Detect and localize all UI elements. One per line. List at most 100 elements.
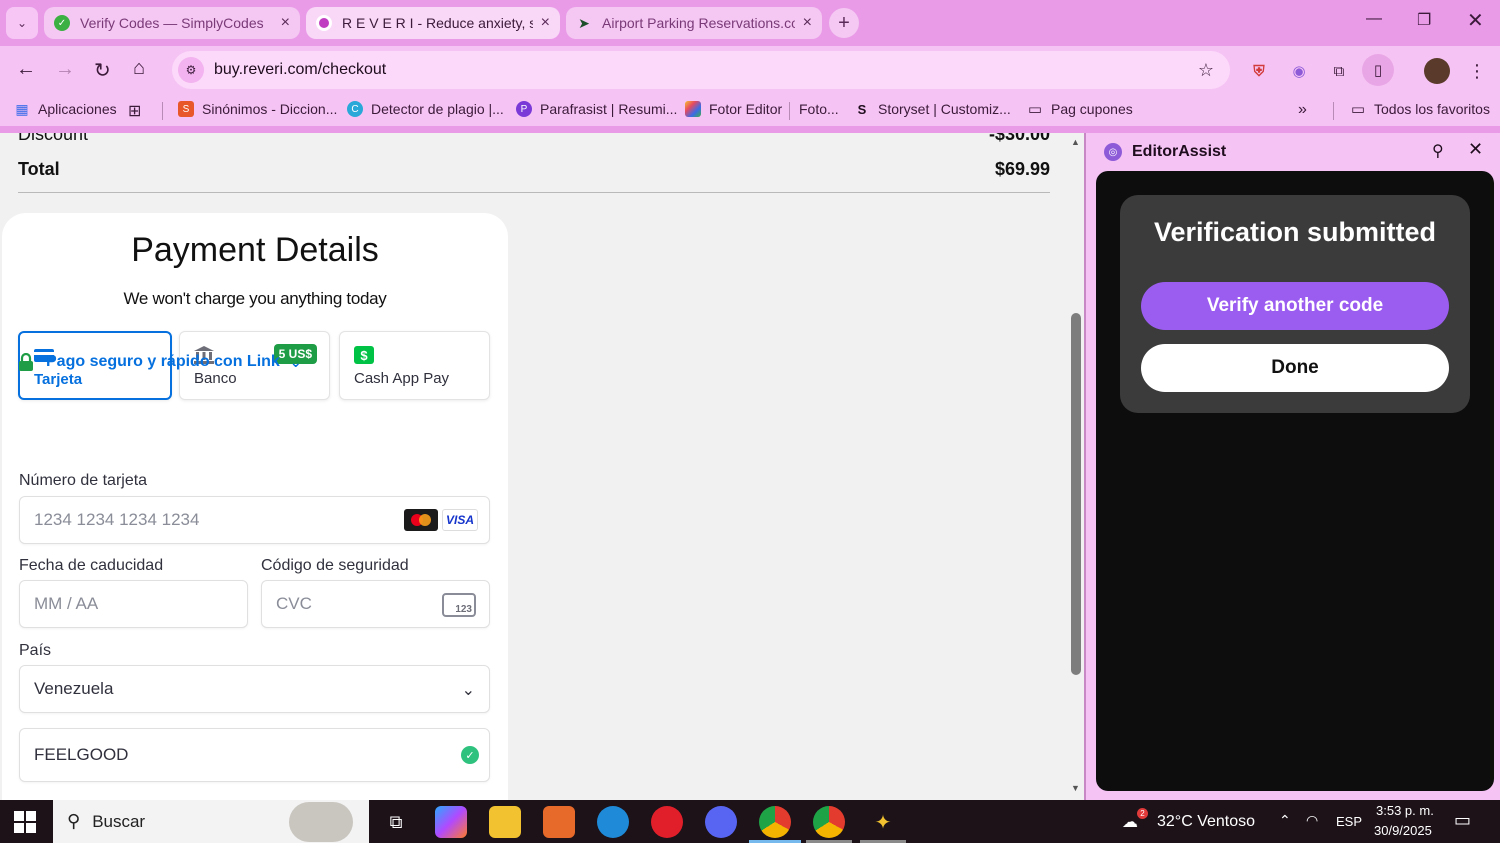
tab-groups-icon[interactable]: ⊞ — [128, 101, 141, 121]
notifications-icon[interactable]: ▭ — [1454, 810, 1471, 831]
close-tab-icon[interactable]: × — [803, 14, 812, 32]
windows-start-icon[interactable] — [14, 811, 36, 833]
bookmark-label: Storyset | Customiz... — [878, 101, 1011, 117]
site-info-icon[interactable]: ⚙ — [178, 57, 204, 83]
discord-icon[interactable] — [705, 806, 737, 838]
expiry-field[interactable]: MM / AA — [19, 580, 248, 628]
chrome-profile-icon[interactable] — [813, 806, 845, 838]
restore-icon[interactable]: ❐ — [1417, 10, 1431, 30]
bookmarks-bar: ▦ Aplicaciones ⊞ S Sinónimos - Diccion..… — [0, 94, 1500, 126]
weather-icon[interactable]: ☁ — [1122, 812, 1138, 832]
expiry-placeholder: MM / AA — [34, 594, 99, 613]
visa-icon: VISA — [442, 509, 478, 531]
scroll-up-arrow-icon[interactable]: ▲ — [1071, 137, 1080, 147]
cvc-field[interactable]: CVC 123 — [261, 580, 490, 628]
link-pay-text: Pago seguro y rápido con Link — [46, 353, 280, 370]
chrome-browser-icon[interactable] — [759, 806, 791, 838]
page-scrollbar[interactable]: ▲ ▼ — [1068, 133, 1084, 800]
tab-reveri[interactable]: R E V E R I - Reduce anxiety, sleep × — [306, 7, 560, 39]
extensions-puzzle-icon[interactable]: ⧉ — [1326, 58, 1352, 84]
tab-airport-parking[interactable]: ➤ Airport Parking Reservations.com × — [566, 7, 822, 39]
menu-kebab-icon[interactable]: ⋮ — [1464, 58, 1490, 84]
bookmark-detector-plagio[interactable]: C Detector de plagio |... — [347, 101, 504, 117]
tab-title: Verify Codes — SimplyCodes — [80, 15, 264, 31]
file-explorer-icon[interactable] — [489, 806, 521, 838]
copilot-icon[interactable] — [435, 806, 467, 838]
new-tab-button[interactable]: + — [829, 8, 859, 38]
close-panel-icon[interactable]: ✕ — [1468, 139, 1483, 160]
done-button[interactable]: Done — [1141, 344, 1449, 392]
bookmark-folder-pag-cupones[interactable]: ▭ Pag cupones — [1027, 101, 1133, 118]
bookmark-label: Foto... — [799, 101, 839, 117]
verify-another-code-button[interactable]: Verify another code — [1141, 282, 1449, 330]
bookmark-fotor[interactable]: Fotor Editor — [685, 101, 782, 117]
close-tab-icon[interactable]: × — [281, 14, 290, 32]
bookmark-parafrasist[interactable]: P Parafrasist | Resumi... — [516, 101, 677, 117]
unpin-icon[interactable]: ⚲ — [1432, 141, 1444, 161]
pinned-app-icon[interactable]: ✦ — [867, 806, 899, 838]
windows-taskbar: ⚲ Buscar ⧉ ✦ ☁ 2 32°C Ventoso ⌃ ◠ ESP 3:… — [0, 800, 1500, 843]
bookmark-separator — [1333, 102, 1334, 120]
tab-search-button[interactable]: ⌄ — [6, 7, 38, 39]
card-number-field[interactable]: 1234 1234 1234 1234 VISA — [19, 496, 490, 544]
bookmark-storyset[interactable]: S Storyset | Customiz... — [854, 101, 1011, 117]
clock-time[interactable]: 3:53 p. m. — [1376, 803, 1434, 818]
office-app-icon[interactable] — [543, 806, 575, 838]
browser-chrome: ⌄ ✓ Verify Codes — SimplyCodes × R E V E… — [0, 0, 1500, 133]
payment-subtitle: We won't charge you anything today — [123, 289, 387, 308]
expiry-label: Fecha de caducidad — [19, 557, 164, 574]
promo-code-field[interactable]: FEELGOOD ✓ — [19, 728, 490, 782]
language-indicator[interactable]: ESP — [1336, 814, 1362, 829]
back-icon[interactable]: ← — [16, 58, 36, 81]
verification-heading: Verification submitted — [1153, 217, 1437, 247]
method-label: Cash App Pay — [354, 370, 450, 387]
country-select[interactable]: Venezuela ⌄ — [19, 665, 490, 713]
address-bar[interactable]: ⚙ buy.reveri.com/checkout ☆ — [172, 51, 1230, 89]
bookmark-separator — [789, 102, 790, 120]
method-tab-cash-app-pay[interactable]: $ Cash App Pay — [339, 331, 490, 400]
bookmark-foto[interactable]: Foto... — [799, 101, 839, 117]
discount-row: Discount -$30.00 — [18, 133, 1050, 145]
scroll-thumb[interactable] — [1071, 313, 1081, 675]
all-bookmarks-folder[interactable]: ▭ Todos los favoritos — [1350, 101, 1490, 118]
search-icon: ⚲ — [67, 811, 81, 831]
reload-icon[interactable]: ↻ — [94, 58, 111, 83]
airport-parking-favicon-icon: ➤ — [578, 14, 590, 31]
detector-favicon-icon: C — [347, 101, 363, 117]
promo-code-value: FEELGOOD — [34, 745, 129, 764]
ublock-extension-icon[interactable]: ⛨ — [1246, 58, 1272, 84]
close-window-icon[interactable]: ✕ — [1467, 8, 1484, 33]
clock-date[interactable]: 30/9/2025 — [1374, 823, 1432, 838]
chevron-up-icon[interactable]: ⌃ — [1279, 812, 1291, 829]
editorassist-extension-icon[interactable]: ◉ — [1286, 58, 1312, 84]
link-pay-toggle[interactable]: Pago seguro y rápido con Link ⌄ — [18, 353, 302, 371]
verification-card: Verification submitted Verify another co… — [1120, 195, 1470, 413]
bookmark-sinonimos[interactable]: S Sinónimos - Diccion... — [178, 101, 337, 117]
forward-icon[interactable]: → — [55, 58, 75, 81]
task-view-icon[interactable]: ⧉ — [380, 806, 412, 838]
tab-simplycodes[interactable]: ✓ Verify Codes — SimplyCodes × — [44, 7, 300, 39]
simplycodes-favicon-icon: ✓ — [54, 15, 70, 31]
home-icon[interactable]: ⌂ — [133, 57, 145, 80]
bookmark-label: Todos los favoritos — [1374, 101, 1490, 117]
scroll-down-arrow-icon[interactable]: ▼ — [1071, 783, 1080, 793]
close-tab-icon[interactable]: × — [541, 14, 550, 32]
edge-browser-icon[interactable] — [597, 806, 629, 838]
bookmark-star-icon[interactable]: ☆ — [1198, 60, 1214, 81]
profile-avatar[interactable] — [1424, 58, 1450, 84]
folder-icon: ▭ — [1027, 101, 1043, 118]
weather-text[interactable]: 32°C Ventoso — [1157, 813, 1255, 831]
opera-browser-icon[interactable] — [651, 806, 683, 838]
bookmarks-overflow-chevron-icon[interactable]: » — [1298, 101, 1307, 119]
cash-app-icon: $ — [354, 346, 374, 364]
chevron-down-icon: ⌄ — [461, 682, 475, 699]
taskbar-search-box[interactable]: ⚲ Buscar — [53, 800, 369, 843]
card-number-placeholder: 1234 1234 1234 1234 — [34, 510, 200, 529]
bookmark-separator — [162, 102, 163, 120]
minimize-icon[interactable]: — — [1366, 10, 1382, 28]
bookmark-apps[interactable]: ▦ Aplicaciones — [14, 101, 116, 118]
wifi-icon[interactable]: ◠ — [1306, 812, 1318, 829]
weather-alert-badge: 2 — [1137, 808, 1148, 819]
tab-title: Airport Parking Reservations.com — [602, 15, 795, 31]
side-panel-icon[interactable]: ▯ — [1362, 54, 1394, 86]
